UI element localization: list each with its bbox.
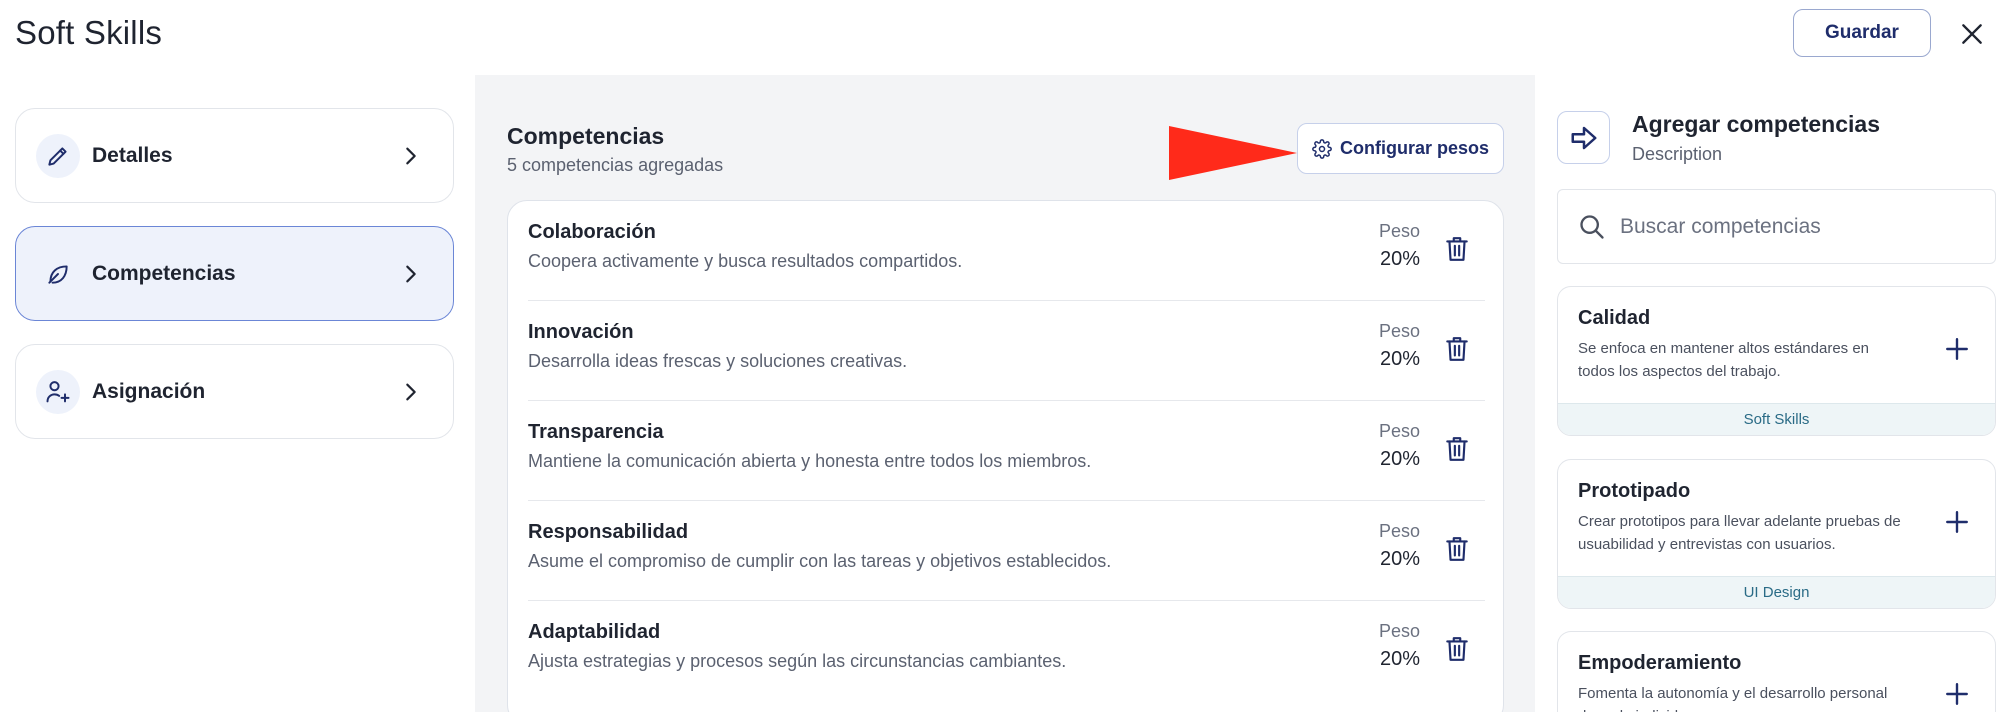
trash-icon (1446, 437, 1468, 461)
suggestion-description: Crear prototipos para llevar adelante pr… (1578, 513, 1901, 553)
pencil-icon (36, 133, 80, 178)
suggestion-card: Calidad Se enfoca en mantener altos está… (1557, 286, 1996, 436)
delete-button[interactable] (1439, 331, 1475, 367)
collapse-panel-button[interactable] (1557, 111, 1610, 164)
trash-icon (1446, 537, 1468, 561)
weight-label: Peso (1378, 621, 1420, 641)
search-icon (1580, 214, 1604, 239)
suggestion-card: Empoderamiento Fomenta la autonomía y el… (1557, 631, 1996, 712)
competencias-list: Colaboración Coopera activamente y busca… (507, 200, 1504, 712)
weight-value: 20% (1379, 448, 1420, 470)
nav-item-asignacion[interactable]: Asignación (15, 344, 454, 439)
chevron-right-icon (391, 136, 431, 176)
competency-description: Mantiene la comunicación abierta y hones… (528, 451, 1092, 471)
weight-value: 20% (1379, 348, 1420, 370)
add-button[interactable] (1937, 502, 1977, 542)
suggestion-name: Calidad (1578, 307, 1651, 329)
suggestion-name: Empoderamiento (1578, 652, 1742, 674)
suggestion-name: Prototipado (1578, 480, 1691, 502)
competency-description: Coopera activamente y busca resultados c… (528, 251, 963, 271)
arrow-right-icon (1571, 126, 1596, 149)
add-competencies-subtitle: Description (1632, 144, 1723, 164)
weight-label: Peso (1378, 221, 1420, 241)
red-arrow-annotation (1169, 126, 1297, 180)
competency-description: Asume el compromiso de cumplir con las t… (528, 551, 1112, 571)
category-tag: Soft Skills (1558, 403, 1995, 435)
trash-icon (1446, 337, 1468, 361)
plus-icon (1946, 683, 1968, 705)
trash-icon (1446, 637, 1468, 661)
competency-name: Colaboración (528, 221, 656, 243)
suggestion-description: Se enfoca en mantener altos estándares e… (1578, 340, 1870, 380)
suggestion-card: Prototipado Crear prototipos para llevar… (1557, 459, 1996, 609)
trash-icon (1446, 237, 1468, 261)
nav-item-label: Detalles (92, 143, 173, 167)
list-item: Innovación Desarrolla ideas frescas y so… (528, 301, 1485, 401)
weight-label: Peso (1378, 321, 1420, 341)
list-item: Transparencia Mantiene la comunicación a… (528, 401, 1485, 501)
competency-description: Ajusta estrategias y procesos según las … (528, 651, 1067, 671)
close-button[interactable] (1952, 14, 1992, 54)
list-item: Adaptabilidad Ajusta estrategias y proce… (528, 601, 1485, 701)
competencias-panel: Competencias 5 competencias agregadas Co… (475, 75, 1535, 712)
list-item: Colaboración Coopera activamente y busca… (528, 201, 1485, 301)
nav-item-label: Competencias (92, 261, 236, 285)
save-button[interactable]: Guardar (1793, 9, 1931, 57)
add-button[interactable] (1937, 674, 1977, 712)
search-input[interactable] (1620, 214, 1980, 239)
plus-icon (1946, 511, 1968, 533)
search-box[interactable] (1557, 189, 1996, 264)
category-tag: UI Design (1558, 576, 1995, 608)
weight-value: 20% (1379, 648, 1420, 670)
competency-name: Adaptabilidad (528, 621, 661, 643)
nav-item-competencias[interactable]: Competencias (15, 226, 454, 321)
suggestion-description: Fomenta la autonomía y el desarrollo per… (1578, 685, 1888, 712)
configure-weights-button[interactable]: Configurar pesos (1297, 123, 1504, 174)
nav-item-detalles[interactable]: Detalles (15, 108, 454, 203)
user-plus-icon (36, 369, 80, 414)
configure-weights-label: Configurar pesos (1339, 138, 1490, 158)
competency-name: Innovación (528, 321, 634, 343)
section-title: Competencias (507, 123, 665, 149)
add-button[interactable] (1937, 329, 1977, 369)
leaf-icon (36, 252, 80, 296)
weight-label: Peso (1378, 421, 1420, 441)
competency-description: Desarrolla ideas frescas y soluciones cr… (528, 351, 908, 371)
nav-item-label: Asignación (92, 379, 206, 403)
plus-icon (1946, 338, 1968, 360)
chevron-right-icon (391, 254, 431, 294)
page-title: Soft Skills (15, 14, 163, 51)
weight-value: 20% (1379, 548, 1420, 570)
weight-label: Peso (1378, 521, 1420, 541)
delete-button[interactable] (1439, 231, 1475, 267)
list-item: Responsabilidad Asume el compromiso de c… (528, 501, 1485, 601)
gear-icon (1312, 138, 1332, 159)
delete-button[interactable] (1439, 631, 1475, 667)
competency-name: Transparencia (528, 421, 664, 443)
delete-button[interactable] (1439, 431, 1475, 467)
delete-button[interactable] (1439, 531, 1475, 567)
add-competencies-title: Agregar competencias (1632, 111, 1880, 137)
chevron-right-icon (391, 372, 431, 412)
competency-name: Responsabilidad (528, 521, 689, 543)
section-subtitle: 5 competencias agregadas (507, 155, 724, 175)
close-icon (1962, 24, 1982, 44)
weight-value: 20% (1379, 248, 1420, 270)
